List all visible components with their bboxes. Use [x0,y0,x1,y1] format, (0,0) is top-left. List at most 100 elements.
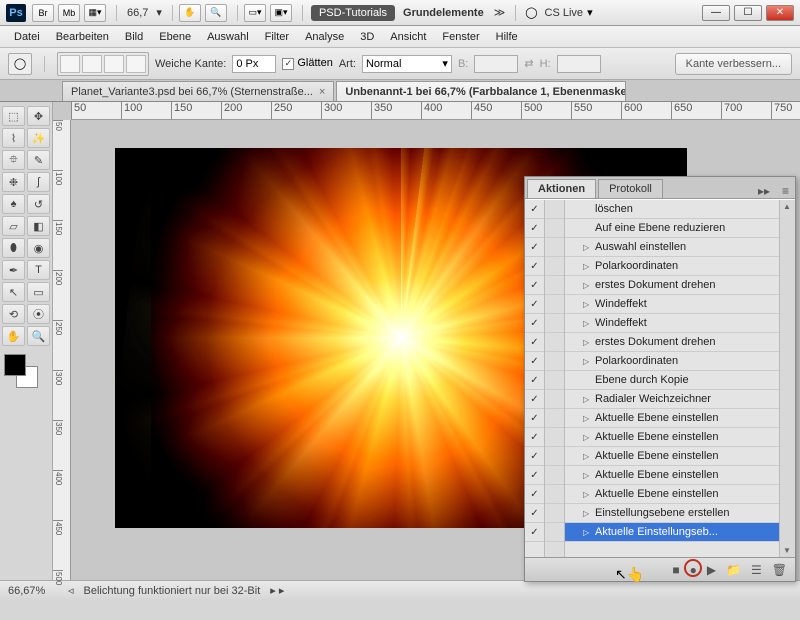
eraser-tool[interactable]: ▱ [2,216,25,236]
action-toggle[interactable]: ✓ [525,466,544,485]
action-item[interactable]: ▷Aktuelle Ebene einstellen [565,485,779,504]
menu-auswahl[interactable]: Auswahl [199,28,257,46]
action-toggle[interactable]: ✓ [525,314,544,333]
document-tab[interactable]: Unbenannt-1 bei 66,7% (Farbbalance 1, Eb… [336,81,626,101]
close-button[interactable]: ✕ [766,5,794,21]
move-tool[interactable]: ✥ [27,106,50,126]
action-item[interactable]: ▷Aktuelle Ebene einstellen [565,447,779,466]
refine-edge-button[interactable]: Kante verbessern... [675,53,792,75]
shape-tool[interactable]: ▭ [27,282,50,302]
action-dialog-toggle[interactable] [545,390,564,409]
path-tool[interactable]: ↖ [2,282,25,302]
action-dialog-toggle[interactable] [545,409,564,428]
action-toggle[interactable]: ✓ [525,276,544,295]
action-toggle[interactable]: ✓ [525,257,544,276]
action-item[interactable]: ▷Aktuelle Ebene einstellen [565,409,779,428]
action-dialog-toggle[interactable] [545,504,564,523]
gradient-tool[interactable]: ◧ [27,216,50,236]
action-toggle[interactable]: ✓ [525,523,544,542]
selection-sub-icon[interactable] [104,55,124,73]
action-toggle[interactable]: ✓ [525,485,544,504]
menu-ebene[interactable]: Ebene [151,28,199,46]
view-extras-icon[interactable]: ▦▾ [84,4,106,22]
action-toggle[interactable]: ✓ [525,428,544,447]
action-toggle[interactable]: ✓ [525,219,544,238]
action-toggle[interactable]: ✓ [525,409,544,428]
menu-bearbeiten[interactable]: Bearbeiten [48,28,117,46]
action-dialog-toggle[interactable] [545,219,564,238]
action-dialog-toggle[interactable] [545,238,564,257]
workspace-link[interactable]: Grundelemente [403,7,484,19]
menu-ansicht[interactable]: Ansicht [382,28,434,46]
action-item[interactable]: ▷Aktuelle Ebene einstellen [565,428,779,447]
action-item[interactable]: löschen [565,200,779,219]
action-dialog-toggle[interactable] [545,295,564,314]
action-toggle[interactable]: ✓ [525,238,544,257]
action-item[interactable]: Auf eine Ebene reduzieren [565,219,779,238]
color-swatches[interactable] [2,352,42,392]
trash-icon[interactable]: 🗑 [772,563,787,577]
zoom-tool[interactable]: 🔍 [27,326,50,346]
zoom-icon[interactable]: 🔍 [205,4,227,22]
document-tab[interactable]: Planet_Variante3.psd bei 66,7% (Sternens… [62,81,334,101]
action-toggle[interactable]: ✓ [525,504,544,523]
selection-new-icon[interactable] [60,55,80,73]
action-dialog-toggle[interactable] [545,523,564,542]
action-item[interactable]: ▷Polarkoordinaten [565,352,779,371]
history-brush-tool[interactable]: ↺ [27,194,50,214]
action-toggle[interactable]: ✓ [525,295,544,314]
close-tab-icon[interactable]: × [319,86,325,98]
action-toggle[interactable]: ✓ [525,390,544,409]
more-icon[interactable]: ≫ [494,6,506,19]
action-dialog-toggle[interactable] [545,485,564,504]
menu-datei[interactable]: Datei [6,28,48,46]
tab-history[interactable]: Protokoll [598,179,663,198]
style-select[interactable]: Normal▾ [362,55,452,73]
action-item[interactable]: ▷erstes Dokument drehen [565,276,779,295]
action-item[interactable]: Ebene durch Kopie [565,371,779,390]
selection-int-icon[interactable] [126,55,146,73]
action-toggle[interactable]: ✓ [525,200,544,219]
workspace-pill[interactable]: PSD-Tutorials [311,5,395,21]
arrange-icon[interactable]: ▭▾ [244,4,266,22]
maximize-button[interactable]: ☐ [734,5,762,21]
action-item[interactable]: ▷Aktuelle Ebene einstellen [565,466,779,485]
status-zoom[interactable]: 66,67% [8,585,58,597]
eyedropper-tool[interactable]: ✎ [27,150,50,170]
menu-bild[interactable]: Bild [117,28,151,46]
cslive-label[interactable]: CS Live [545,7,584,19]
marquee-tool[interactable]: ⬚ [2,106,25,126]
action-dialog-toggle[interactable] [545,352,564,371]
action-dialog-toggle[interactable] [545,276,564,295]
bridge-icon[interactable]: Br [32,4,54,22]
menu-fenster[interactable]: Fenster [434,28,487,46]
stop-icon[interactable]: ■ [672,563,679,577]
action-toggle[interactable]: ✓ [525,371,544,390]
tab-actions[interactable]: Aktionen [527,179,596,198]
action-dialog-toggle[interactable] [545,371,564,390]
lasso-tool[interactable]: ⌇ [2,128,25,148]
menu-filter[interactable]: Filter [257,28,297,46]
new-set-icon[interactable]: 📁 [726,563,741,577]
action-toggle[interactable]: ✓ [525,333,544,352]
record-icon[interactable]: ● [690,563,697,577]
action-item[interactable]: ▷Polarkoordinaten [565,257,779,276]
hand-icon[interactable]: ✋ [179,4,201,22]
action-item[interactable]: ▷Windeffekt [565,295,779,314]
menu-3d[interactable]: 3D [352,28,382,46]
new-action-icon[interactable]: ☰ [751,563,762,577]
minimize-button[interactable]: — [702,5,730,21]
action-item[interactable]: ▷Aktuelle Einstellungseb... [565,523,779,542]
antialias-checkbox[interactable]: ✓ [282,58,294,70]
3dcam-tool[interactable]: ⦿ [27,304,50,324]
3d-tool[interactable]: ⟲ [2,304,25,324]
action-dialog-toggle[interactable] [545,466,564,485]
action-item[interactable]: ▷erstes Dokument drehen [565,333,779,352]
play-icon[interactable]: ▶ [707,563,716,577]
tool-preset-icon[interactable]: ◯ [8,53,32,75]
blur-tool[interactable]: ⬮ [2,238,25,258]
minibridge-icon[interactable]: Mb [58,4,80,22]
action-item[interactable]: ▷Radialer Weichzeichner [565,390,779,409]
brush-tool[interactable]: ʃ [27,172,50,192]
action-toggle[interactable]: ✓ [525,447,544,466]
